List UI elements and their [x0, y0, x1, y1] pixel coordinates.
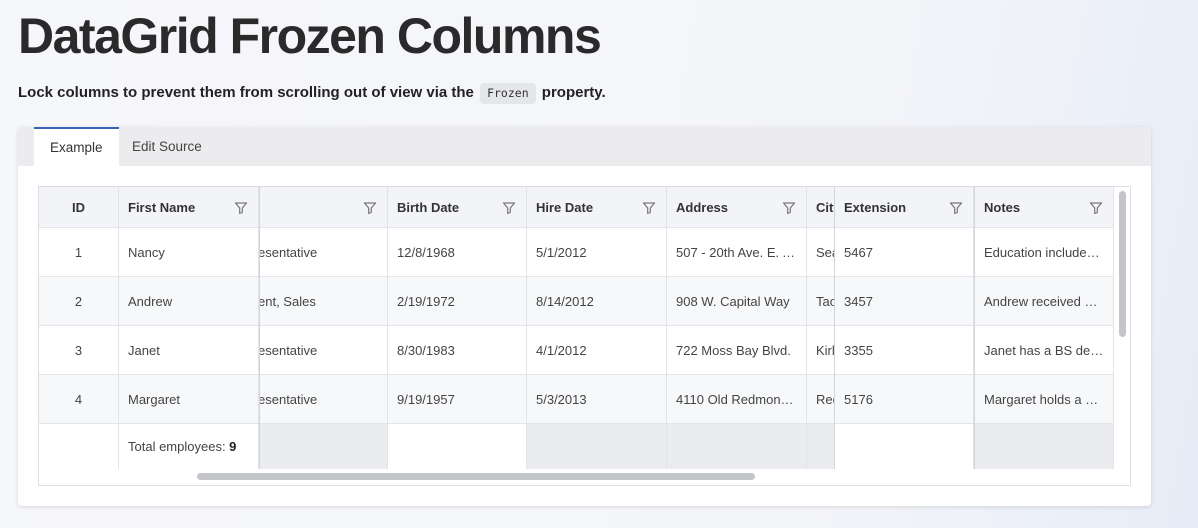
cell-id[interactable]: 4 [39, 375, 118, 424]
cell-hire-date[interactable]: 4/1/2012 [527, 326, 666, 375]
cell-notes[interactable]: Andrew received h… [975, 277, 1113, 326]
footer-cell [667, 424, 806, 469]
column-header-address[interactable]: Address [667, 187, 806, 228]
page-title-part2: Frozen Columns [229, 8, 602, 64]
vertical-scrollbar-thumb[interactable] [1119, 191, 1126, 337]
filter-icon[interactable] [502, 201, 516, 215]
cell-extension[interactable]: 3457 [835, 277, 973, 326]
cell-notes[interactable]: Margaret holds a B… [975, 375, 1113, 424]
column-header-birth-date[interactable]: Birth Date [388, 187, 526, 228]
column-id: ID 1 2 3 4 [39, 187, 119, 469]
cell-extension[interactable]: 3355 [835, 326, 973, 375]
cell-id[interactable]: 1 [39, 228, 118, 277]
cell-id[interactable]: 2 [39, 277, 118, 326]
grid-frozen-left: ID 1 2 3 4 First Name Nancy Andrew Janet… [39, 187, 259, 469]
description-text: Lock columns to prevent them from scroll… [18, 84, 474, 101]
cell-notes[interactable]: Education include… [975, 228, 1113, 277]
horizontal-scrollbar-thumb[interactable] [197, 473, 755, 480]
column-first-name: First Name Nancy Andrew Janet Margaret T… [119, 187, 259, 469]
vertical-scrollbar[interactable] [1114, 187, 1130, 469]
footer-total-label: Total employees: [128, 439, 230, 454]
cell-id[interactable]: 3 [39, 326, 118, 375]
code-frozen: Frozen [480, 83, 536, 104]
data-grid: esentative ent, Sales esentative esentat… [38, 186, 1131, 486]
tab-edit-source[interactable]: Edit Source [116, 127, 218, 166]
tab-example[interactable]: Example [34, 127, 119, 166]
cell-title[interactable]: ent, Sales [259, 277, 387, 326]
page-title-part1: DataGrid [18, 8, 219, 64]
filter-icon[interactable] [782, 201, 796, 215]
column-hire-date: Hire Date 5/1/2012 8/14/2012 4/1/2012 5/… [527, 187, 667, 469]
tab-bar: Example Edit Source [18, 127, 1151, 166]
column-extension: Extension 5467 3457 3355 5176 [835, 187, 974, 469]
footer-cell [388, 424, 526, 469]
footer-total: Total employees: 9 [119, 424, 258, 469]
footer-cell [259, 424, 387, 469]
cell-hire-date[interactable]: 5/3/2013 [527, 375, 666, 424]
column-address: Address 507 - 20th Ave. E. A… 908 W. Cap… [667, 187, 807, 469]
example-card: Example Edit Source esentative ent, Sale… [18, 127, 1151, 506]
cell-address[interactable]: 722 Moss Bay Blvd. [667, 326, 806, 375]
cell-notes[interactable]: Janet has a BS deg… [975, 326, 1113, 375]
column-title: esentative ent, Sales esentative esentat… [259, 187, 388, 469]
cell-first-name[interactable]: Janet [119, 326, 258, 375]
cell-address[interactable]: 908 W. Capital Way [667, 277, 806, 326]
cell-hire-date[interactable]: 8/14/2012 [527, 277, 666, 326]
page-title: DataGrid Frozen Columns [18, 6, 602, 66]
column-notes: Notes Education include… Andrew received… [974, 187, 1114, 469]
filter-icon[interactable] [949, 201, 963, 215]
cell-birth-date[interactable]: 12/8/1968 [388, 228, 526, 277]
column-header-notes[interactable]: Notes [975, 187, 1113, 228]
column-header-id[interactable]: ID [39, 187, 118, 228]
column-header-title[interactable] [259, 187, 387, 228]
footer-total-count: 9 [229, 439, 237, 454]
column-birth-date: Birth Date 12/8/1968 2/19/1972 8/30/1983… [388, 187, 527, 469]
filter-icon[interactable] [363, 201, 377, 215]
column-header-hire-date[interactable]: Hire Date [527, 187, 666, 228]
cell-first-name[interactable]: Andrew [119, 277, 258, 326]
column-header-first-name[interactable]: First Name [119, 187, 258, 228]
cell-address[interactable]: 507 - 20th Ave. E. A… [667, 228, 806, 277]
cell-first-name[interactable]: Margaret [119, 375, 258, 424]
footer-cell [835, 424, 973, 469]
cell-birth-date[interactable]: 8/30/1983 [388, 326, 526, 375]
cell-extension[interactable]: 5176 [835, 375, 973, 424]
cell-title[interactable]: esentative [259, 326, 387, 375]
horizontal-scrollbar[interactable] [39, 469, 1114, 485]
column-header-extension[interactable]: Extension [835, 187, 973, 228]
cell-title[interactable]: esentative [259, 375, 387, 424]
page-description: Lock columns to prevent them from scroll… [18, 82, 606, 104]
cell-birth-date[interactable]: 9/19/1957 [388, 375, 526, 424]
cell-birth-date[interactable]: 2/19/1972 [388, 277, 526, 326]
cell-first-name[interactable]: Nancy [119, 228, 258, 277]
description-text-after: property. [541, 84, 606, 101]
grid-frozen-right: Extension 5467 3457 3355 5176 Notes Educ… [835, 187, 1114, 469]
footer-cell [975, 424, 1113, 469]
footer-cell [39, 424, 118, 469]
filter-icon[interactable] [642, 201, 656, 215]
cell-hire-date[interactable]: 5/1/2012 [527, 228, 666, 277]
footer-cell [527, 424, 666, 469]
filter-icon[interactable] [234, 201, 248, 215]
cell-extension[interactable]: 5467 [835, 228, 973, 277]
filter-icon[interactable] [1089, 201, 1103, 215]
cell-address[interactable]: 4110 Old Redmon… [667, 375, 806, 424]
cell-title[interactable]: esentative [259, 228, 387, 277]
